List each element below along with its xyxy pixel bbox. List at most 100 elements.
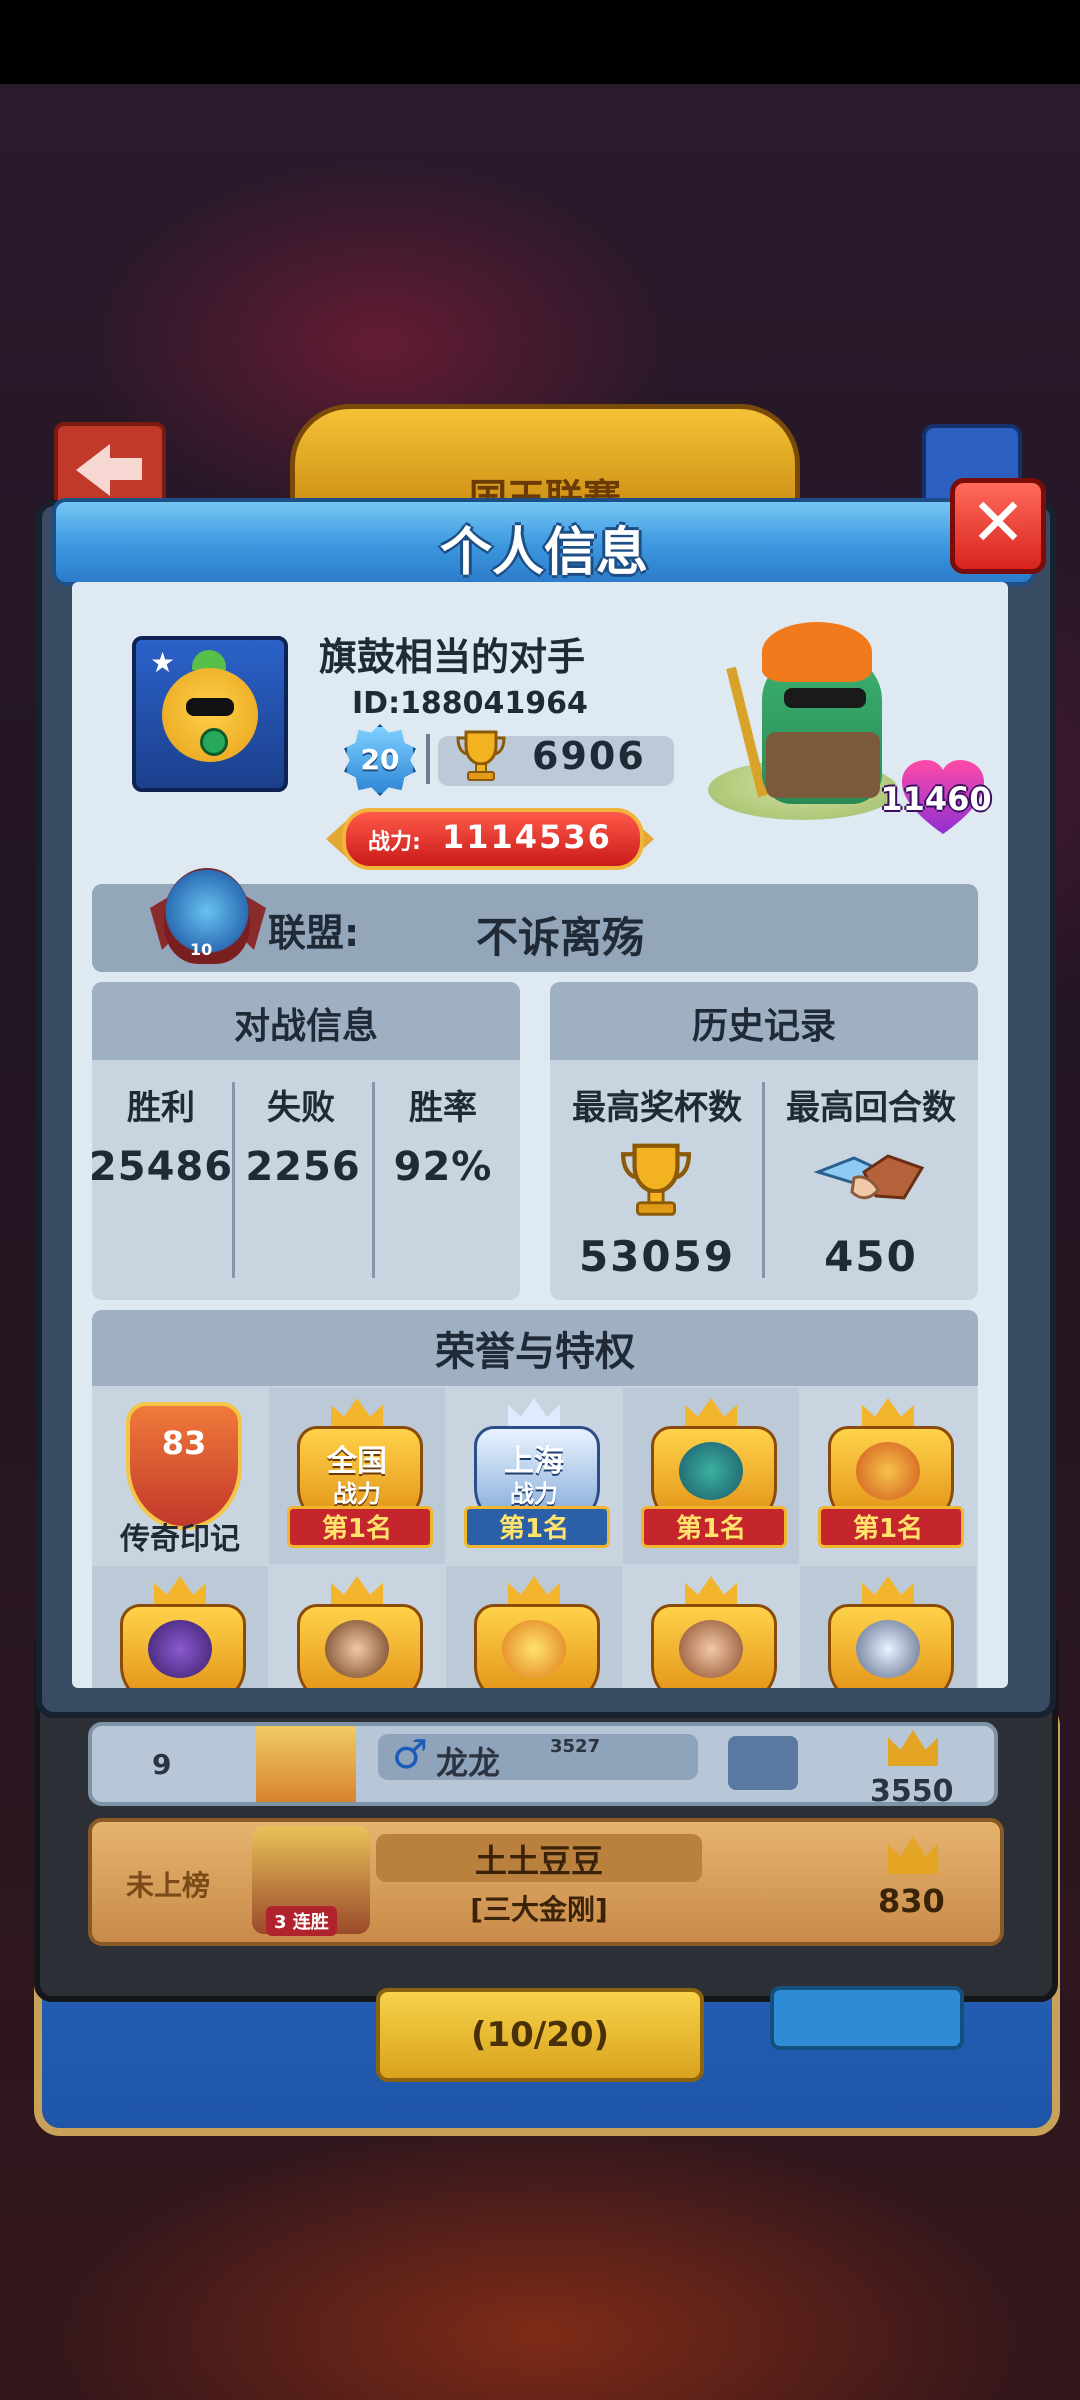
award-icon: 上海 战力 第1名 (464, 1398, 610, 1548)
power-value: 1114536 (442, 818, 612, 856)
hero-face-icon (679, 1620, 743, 1678)
hero-rank-badge[interactable]: 第1名 (800, 1388, 976, 1564)
award-icon (641, 1576, 781, 1688)
history-panel: 历史记录 最高奖杯数 最高回合数 53059 450 (550, 982, 978, 1300)
alliance-label: 联盟: (268, 911, 360, 955)
close-icon: ✕ (970, 484, 1026, 561)
star-icon: ★ (150, 646, 176, 679)
crown-icon (888, 1730, 938, 1766)
arrow-left-icon (76, 444, 110, 496)
winrate-value: 92% (393, 1144, 493, 1190)
max-trophies-label: 最高奖杯数 (572, 1088, 742, 1128)
arrow-left-icon-bar (108, 458, 142, 480)
guild-name: [三大金刚] (470, 1893, 608, 1926)
award-rank: 第1名 (321, 1514, 393, 1544)
match-button[interactable]: (10/20) (376, 1988, 704, 2082)
award-category: 战力 (333, 1480, 381, 1508)
alliance-level: 10 (190, 940, 213, 959)
crown-score: 3550 (870, 1774, 954, 1806)
crown-score: 830 (878, 1882, 945, 1920)
trophy-icon (620, 1143, 692, 1216)
losses-label: 失败 (267, 1088, 335, 1128)
wins-label: 胜利 (127, 1088, 195, 1128)
wins-value: 25486 (92, 1144, 234, 1190)
national-power-badge[interactable]: 全国 战力 第1名 (269, 1388, 445, 1564)
award-icon (287, 1576, 427, 1688)
hero-face-icon (325, 1620, 389, 1678)
avatar (256, 1726, 356, 1802)
alliance-name: 不诉离殇 (476, 913, 645, 962)
close-button[interactable]: ✕ (950, 478, 1046, 574)
rank-status: 未上榜 (126, 1869, 211, 1902)
dialog-title: 个人信息 (439, 523, 648, 583)
hero-rank-badge[interactable] (92, 1566, 268, 1688)
award-icon (818, 1576, 958, 1688)
award-icon (110, 1576, 250, 1688)
dialog-header: 个人信息 (52, 498, 1036, 586)
honors-title: 荣誉与特权 (92, 1310, 978, 1386)
hero-rank-badge[interactable] (446, 1566, 622, 1688)
win-streak-badge: 3 连胜 (266, 1906, 337, 1936)
losses-value: 2256 (245, 1144, 361, 1190)
handshake-icon (814, 1154, 925, 1200)
history-title: 历史记录 (550, 982, 978, 1060)
battle-info-panel: 对战信息 胜利 失败 胜率 25486 2256 92% (92, 982, 520, 1300)
pacifier-icon (200, 728, 228, 756)
my-rank-row[interactable]: 未上榜 3 连胜 土土豆豆 [三大金刚] 830 (88, 1818, 1004, 1946)
hero-face-icon (148, 1620, 212, 1678)
player-power: 3527 (550, 1736, 601, 1757)
status-bar (0, 0, 1080, 84)
max-rounds-value: 450 (824, 1232, 918, 1281)
level-number: 20 (360, 743, 400, 776)
sunglasses-icon (186, 698, 234, 716)
trophy-icon (456, 730, 506, 781)
award-rank: 第1名 (852, 1514, 924, 1544)
player-name: 旗鼓相当的对手 (318, 635, 585, 679)
power-banner: 战力: 1114536 (342, 808, 644, 870)
hero-face-icon (856, 1620, 920, 1678)
divider (426, 734, 430, 784)
chest-icon (728, 1736, 798, 1790)
legend-mark-badge[interactable]: 83 传奇印记 (92, 1388, 268, 1564)
max-trophies-value: 53059 (578, 1232, 736, 1281)
hero-rank-badge[interactable] (800, 1566, 976, 1688)
award-rank: 第1名 (498, 1514, 570, 1544)
rank-number: 9 (152, 1748, 172, 1781)
hero-face-icon (679, 1442, 743, 1500)
avatar-face (162, 668, 258, 762)
award-icon: 全国 战力 第1名 (287, 1398, 433, 1548)
hero-face-icon (856, 1442, 920, 1500)
max-rounds-label: 最高回合数 (786, 1088, 956, 1128)
dialog-content: ★ 旗鼓相当的对手 ID:188041964 20 6906 战力: 11145… (72, 582, 1008, 1688)
hero-glasses (784, 688, 866, 708)
hero-rank-badge[interactable] (269, 1566, 445, 1688)
award-rank: 第1名 (675, 1514, 747, 1544)
award-icon: 第1名 (818, 1398, 964, 1548)
trophy-count: 6906 (532, 734, 646, 778)
player-name: 龙龙 (436, 1744, 501, 1782)
hero-rank-badge[interactable]: 第1名 (623, 1388, 799, 1564)
award-icon: 第1名 (641, 1398, 787, 1548)
male-icon: ♂ (392, 1732, 428, 1778)
leaderboard-row[interactable]: 9 ♂ 龙龙 3527 3550 (88, 1722, 998, 1806)
award-category: 战力 (510, 1480, 558, 1508)
battle-info-title: 对战信息 (92, 982, 520, 1060)
winrate-label: 胜率 (409, 1088, 477, 1128)
avatar[interactable]: ★ (132, 636, 288, 792)
honors-panel: 荣誉与特权 83 传奇印记 全国 战力 第1名 上海 战力 第1名 第1名 第1… (92, 1310, 978, 1688)
legend-mark-caption: 传奇印记 (120, 1522, 240, 1557)
hero-rank-badge[interactable] (623, 1566, 799, 1688)
hero-hair (762, 622, 872, 682)
power-label: 战力: (368, 830, 421, 855)
sprout-icon (192, 650, 226, 670)
crown-icon (888, 1836, 938, 1874)
hero-hp: 11460 (880, 780, 992, 818)
shanghai-power-badge[interactable]: 上海 战力 第1名 (446, 1388, 622, 1564)
legend-mark-number: 83 (161, 1424, 207, 1462)
award-icon (464, 1576, 604, 1688)
player-id: ID:188041964 (352, 686, 588, 721)
level-badge: 20 (344, 724, 416, 796)
player-name: 土土豆豆 (474, 1842, 603, 1880)
hero-face-icon (502, 1620, 566, 1678)
edit-button[interactable] (770, 1986, 964, 2050)
